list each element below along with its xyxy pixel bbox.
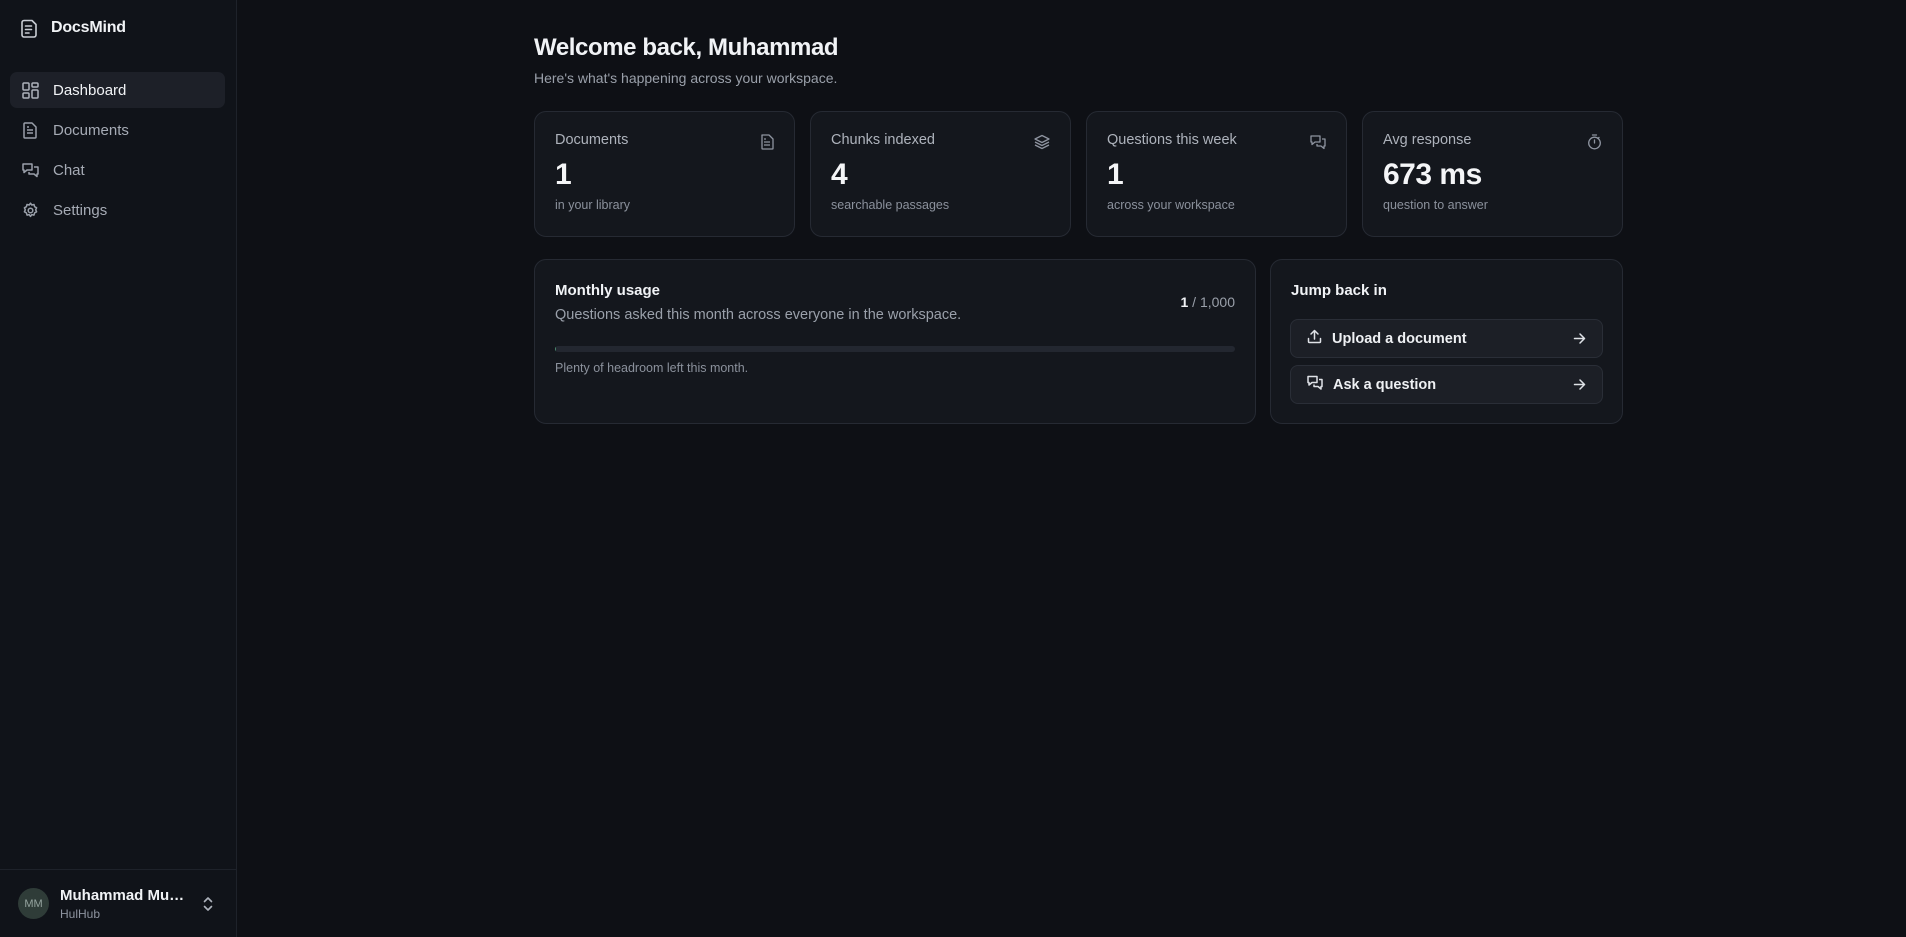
upload-icon [1307, 329, 1322, 348]
stat-card-questions: Questions this week 1 across your worksp… [1086, 111, 1347, 237]
ask-question-button[interactable]: Ask a question [1290, 365, 1603, 404]
stat-hint: searchable passages [831, 198, 950, 212]
document-icon [22, 121, 39, 139]
usage-count: 1 / 1,000 [1180, 294, 1235, 310]
document-icon [760, 134, 774, 155]
ask-question-label: Ask a question [1333, 376, 1437, 393]
usage-progress-bar [555, 346, 1235, 352]
upload-document-label: Upload a document [1332, 330, 1467, 347]
stat-value: 673 ms [1383, 158, 1482, 191]
upload-document-button[interactable]: Upload a document [1290, 319, 1603, 358]
sidebar-item-dashboard[interactable]: Dashboard [10, 72, 225, 108]
stat-value: 1 [555, 158, 572, 191]
user-menu[interactable]: MM Muhammad Mun... HulHub [0, 869, 236, 937]
arrow-right-icon [1573, 332, 1586, 349]
sidebar-nav: Dashboard Documents Chat Settings [10, 72, 225, 232]
arrow-right-icon [1573, 378, 1586, 395]
layers-icon [1034, 134, 1050, 155]
gear-icon [22, 201, 39, 219]
page-title: Welcome back, Muhammad [534, 34, 839, 61]
stat-value: 1 [1107, 158, 1124, 191]
sidebar-item-documents[interactable]: Documents [10, 112, 225, 148]
timer-icon [1587, 134, 1602, 155]
sidebar-item-label: Documents [53, 121, 129, 139]
sidebar-item-label: Chat [53, 161, 85, 179]
brand[interactable]: DocsMind [21, 18, 126, 38]
usage-description: Questions asked this month across everyo… [555, 307, 962, 323]
user-org: HulHub [60, 906, 101, 921]
sidebar-item-settings[interactable]: Settings [10, 192, 225, 228]
usage-note: Plenty of headroom left this month. [555, 361, 749, 375]
chevron-up-down-icon[interactable] [202, 896, 214, 917]
chat-icon [1310, 134, 1326, 155]
app-name: DocsMind [51, 19, 126, 36]
stat-label: Avg response [1383, 132, 1472, 148]
stat-value: 4 [831, 158, 848, 191]
stat-hint: across your workspace [1107, 198, 1235, 212]
stat-hint: question to answer [1383, 198, 1488, 212]
sidebar: DocsMind Dashboard Documents Chat Settin… [0, 0, 237, 937]
chat-icon [22, 162, 39, 179]
usage-title: Monthly usage [555, 282, 661, 299]
sidebar-item-label: Settings [53, 201, 108, 219]
stat-hint: in your library [555, 198, 631, 212]
page-subtitle: Here's what's happening across your work… [534, 70, 838, 86]
usage-used: 1 [1180, 294, 1189, 310]
stat-card-documents: Documents 1 in your library [534, 111, 795, 237]
document-icon [21, 19, 38, 38]
stat-card-chunks: Chunks indexed 4 searchable passages [810, 111, 1071, 237]
jump-back-in-card: Jump back in Upload a document Ask a que… [1270, 259, 1623, 424]
chat-icon [1307, 375, 1323, 394]
sidebar-item-chat[interactable]: Chat [10, 152, 225, 188]
usage-limit: / 1,000 [1192, 294, 1235, 310]
stats-row: Documents 1 in your library Chunks index… [534, 111, 1623, 237]
usage-progress-fill [555, 346, 556, 352]
dashboard-icon [22, 81, 39, 99]
stat-label: Chunks indexed [831, 132, 935, 148]
avatar: MM [18, 888, 49, 919]
user-name: Muhammad Mun... [60, 886, 188, 904]
sidebar-item-label: Dashboard [53, 81, 127, 99]
stat-card-avg-response: Avg response 673 ms question to answer [1362, 111, 1623, 237]
jump-title: Jump back in [1291, 282, 1387, 299]
stat-label: Questions this week [1107, 132, 1237, 148]
stat-label: Documents [555, 132, 629, 148]
monthly-usage-card: Monthly usage Questions asked this month… [534, 259, 1256, 424]
